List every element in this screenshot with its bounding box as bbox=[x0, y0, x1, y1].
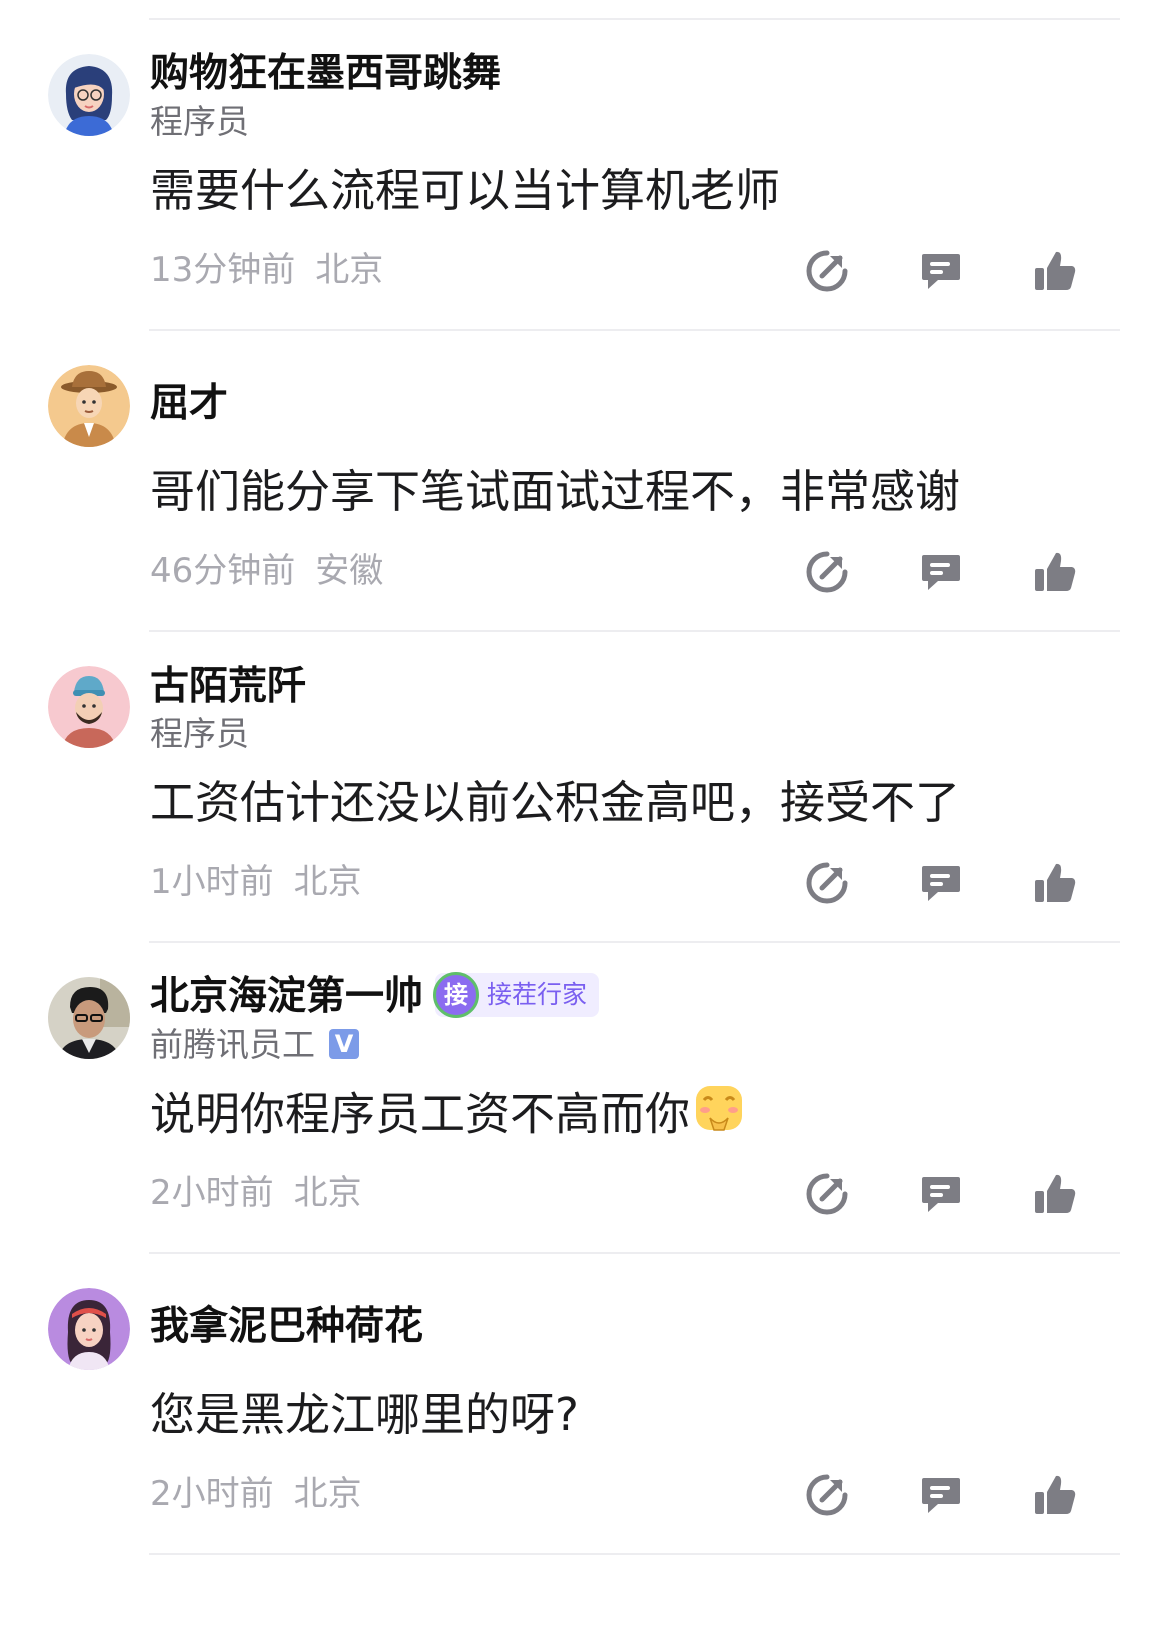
divider bbox=[149, 941, 1120, 943]
like-button[interactable] bbox=[1032, 860, 1078, 906]
like-button[interactable] bbox=[1032, 248, 1078, 294]
reply-button[interactable] bbox=[918, 549, 964, 595]
avatar-man-hat bbox=[48, 365, 130, 447]
reply-button[interactable] bbox=[918, 248, 964, 294]
reply-bubble-icon bbox=[922, 866, 960, 901]
comment-meta: 46分钟前 安徽 bbox=[150, 550, 383, 592]
share-button[interactable] bbox=[804, 1171, 850, 1217]
divider bbox=[149, 329, 1120, 331]
comment-text: 说明你程序员工资不高而你 bbox=[150, 1087, 691, 1141]
avatar[interactable] bbox=[48, 54, 130, 136]
comment-actions bbox=[806, 1171, 1120, 1217]
avatar-man-beanie bbox=[48, 666, 130, 748]
comment-time: 2小时前 bbox=[150, 1173, 274, 1213]
share-button[interactable] bbox=[804, 1472, 850, 1518]
author-name[interactable]: 屈才 bbox=[150, 380, 228, 428]
comment-location: 安徽 bbox=[315, 551, 384, 591]
avatar-woman-headband bbox=[48, 1288, 130, 1370]
divider bbox=[149, 1553, 1120, 1555]
reply-button[interactable] bbox=[918, 1171, 964, 1217]
comment-time: 1小时前 bbox=[150, 862, 274, 902]
comment-actions bbox=[806, 549, 1120, 595]
avatar[interactable] bbox=[48, 1288, 130, 1370]
author-title: 程序员 bbox=[150, 102, 249, 141]
author-name[interactable]: 购物狂在墨西哥跳舞 bbox=[150, 50, 501, 98]
comment-text: 需要什么流程可以当计算机老师 bbox=[150, 164, 781, 217]
like-button[interactable] bbox=[1032, 1171, 1078, 1217]
comment-meta: 2小时前 北京 bbox=[150, 1473, 362, 1515]
reply-button[interactable] bbox=[918, 860, 964, 906]
expert-badge[interactable]: 接接茬行家 bbox=[433, 971, 600, 1018]
comment-location: 北京 bbox=[293, 1173, 362, 1213]
share-arrow-icon bbox=[806, 250, 848, 292]
like-button[interactable] bbox=[1032, 549, 1078, 595]
author-title: 程序员 bbox=[150, 714, 249, 753]
avatar-photo bbox=[48, 977, 130, 1059]
like-button[interactable] bbox=[1032, 1472, 1078, 1518]
thumbs-up-icon bbox=[1035, 1174, 1076, 1213]
comment-time: 46分钟前 bbox=[150, 551, 296, 591]
avatar-woman-glasses bbox=[48, 54, 130, 136]
avatar[interactable] bbox=[48, 666, 130, 748]
share-arrow-icon bbox=[806, 1173, 848, 1215]
divider bbox=[149, 630, 1120, 632]
share-button[interactable] bbox=[804, 248, 850, 294]
share-button[interactable] bbox=[804, 860, 850, 906]
divider bbox=[149, 18, 1120, 20]
divider bbox=[149, 1252, 1120, 1254]
comment-text-row: 说明你程序员工资不高而你 bbox=[150, 1086, 744, 1149]
author-title-row: 前腾讯员工 V bbox=[150, 1025, 359, 1065]
reply-button[interactable] bbox=[918, 1472, 964, 1518]
author-name[interactable]: 北京海淀第一帅 bbox=[150, 974, 423, 1019]
comment-meta: 1小时前 北京 bbox=[150, 861, 362, 903]
comment-actions bbox=[806, 248, 1120, 294]
comment-time: 13分钟前 bbox=[150, 250, 296, 290]
thumbs-up-icon bbox=[1035, 552, 1076, 591]
share-arrow-icon bbox=[806, 551, 848, 593]
thumbs-up-icon bbox=[1035, 1475, 1076, 1514]
author-name-row: 北京海淀第一帅接接茬行家 bbox=[150, 971, 600, 1021]
thumbs-up-icon bbox=[1035, 863, 1076, 902]
smiling-blush-emoji-icon bbox=[694, 1082, 744, 1145]
comment-location: 北京 bbox=[293, 862, 362, 902]
comment-actions bbox=[806, 1472, 1120, 1518]
avatar[interactable] bbox=[48, 977, 130, 1059]
author-name[interactable]: 我拿泥巴种荷花 bbox=[150, 1303, 423, 1351]
share-arrow-icon bbox=[806, 1474, 848, 1516]
comment-time: 2小时前 bbox=[150, 1474, 274, 1514]
reply-bubble-icon bbox=[922, 1177, 960, 1212]
badge-label: 接茬行家 bbox=[487, 979, 588, 1009]
comment-meta: 13分钟前 北京 bbox=[150, 249, 383, 291]
reply-bubble-icon bbox=[922, 555, 960, 590]
comment-text: 工资估计还没以前公积金高吧，接受不了 bbox=[150, 776, 961, 829]
share-arrow-icon bbox=[806, 862, 848, 904]
reply-bubble-icon bbox=[922, 254, 960, 289]
comment-actions bbox=[806, 860, 1120, 906]
verified-icon: V bbox=[329, 1028, 359, 1059]
comment-meta: 2小时前 北京 bbox=[150, 1172, 362, 1214]
share-button[interactable] bbox=[804, 549, 850, 595]
comment-location: 北京 bbox=[315, 250, 384, 290]
author-title: 前腾讯员工 bbox=[150, 1025, 315, 1064]
thumbs-up-icon bbox=[1035, 251, 1076, 290]
author-name[interactable]: 古陌荒阡 bbox=[150, 663, 306, 711]
comment-text: 您是黑龙江哪里的呀? bbox=[150, 1388, 579, 1441]
badge-icon: 接 bbox=[433, 971, 480, 1018]
comment-text: 哥们能分享下笔试面试过程不，非常感谢 bbox=[150, 465, 961, 518]
comment-location: 北京 bbox=[293, 1474, 362, 1514]
avatar[interactable] bbox=[48, 365, 130, 447]
reply-bubble-icon bbox=[922, 1478, 960, 1513]
